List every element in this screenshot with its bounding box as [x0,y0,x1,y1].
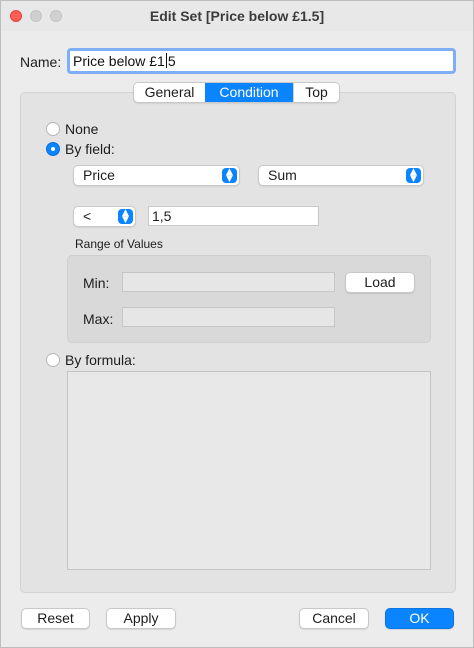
max-label: Max: [83,311,114,327]
by-field-radio[interactable] [46,142,60,156]
name-value-end: 5 [167,53,176,69]
operator-select[interactable]: < ▲ ▼ [73,206,136,227]
condition-value-input[interactable]: 1,5 [148,206,319,226]
tab-condition[interactable]: Condition [205,83,293,102]
aggregation-select[interactable]: Sum ▲ ▼ [258,165,424,186]
name-input[interactable]: Price below £1 5 [67,48,456,74]
field-select[interactable]: Price ▲ ▼ [73,165,240,186]
edit-set-dialog: Edit Set [Price below £1.5] Name: Price … [0,0,474,648]
load-button[interactable]: Load [345,272,415,293]
select-arrows-icon: ▲ ▼ [118,209,133,225]
reset-button[interactable]: Reset [21,608,90,629]
name-value-start: Price below £1 [73,53,165,69]
none-radio[interactable] [46,122,60,136]
by-formula-label: By formula: [65,352,136,368]
tab-top[interactable]: Top [293,83,339,102]
formula-editor [67,371,431,570]
none-label: None [65,121,99,137]
field-select-value: Price [83,167,115,183]
tab-bar: General Condition Top [133,82,340,103]
tab-general[interactable]: General [134,83,205,102]
select-arrows-icon: ▲ ▼ [222,168,237,184]
max-field [122,307,335,327]
ok-button[interactable]: OK [385,608,454,629]
window-title: Edit Set [Price below £1.5] [149,8,325,24]
name-label: Name: [20,54,62,70]
operator-select-value: < [83,208,92,224]
by-formula-radio[interactable] [46,353,60,367]
cancel-button[interactable]: Cancel [299,608,369,629]
aggregation-select-value: Sum [268,167,297,183]
min-field [122,272,335,292]
title-bar: Edit Set [Price below £1.5] [1,1,473,31]
by-field-label: By field: [65,141,115,157]
range-of-values-box [67,255,431,343]
text-cursor [165,53,167,68]
apply-button[interactable]: Apply [106,608,176,629]
range-of-values-label: Range of Values [75,237,163,251]
min-label: Min: [83,275,110,291]
select-arrows-icon: ▲ ▼ [406,168,421,184]
